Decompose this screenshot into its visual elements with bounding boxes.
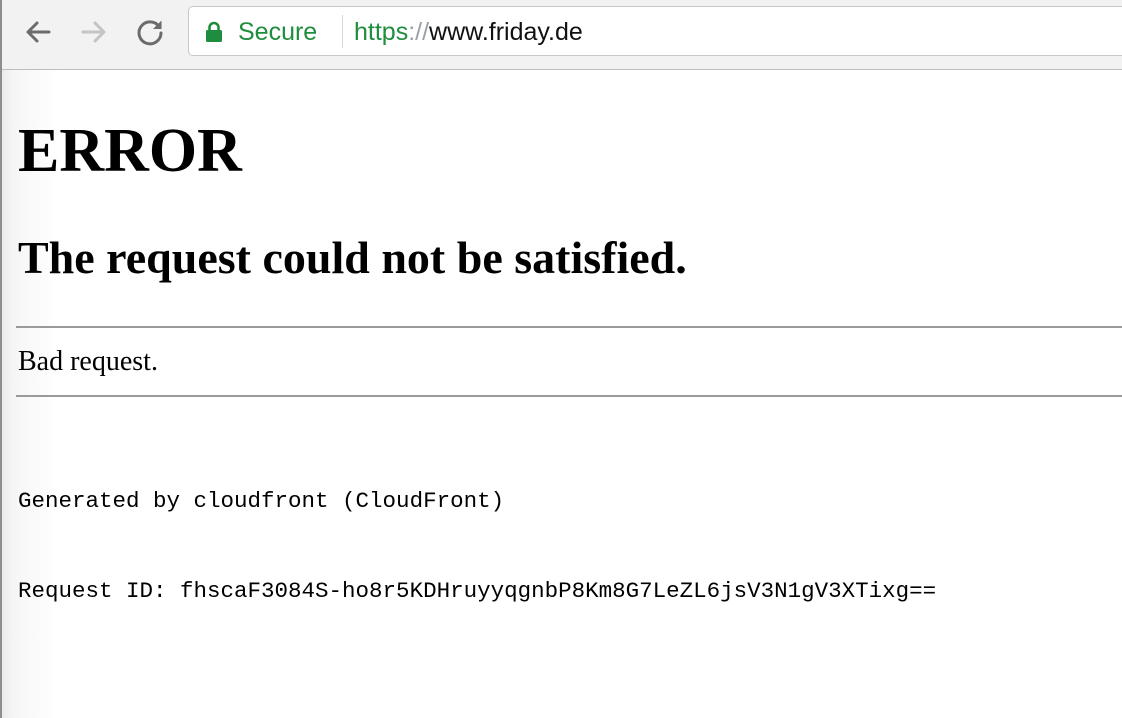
security-status-label[interactable]: Secure	[238, 17, 317, 47]
url-scheme: https	[354, 18, 409, 46]
url-host: www.friday.de	[429, 18, 583, 46]
generated-by-line: Generated by cloudfront (CloudFront)	[18, 488, 505, 514]
request-id-line: Request ID: fhscaF3084S-ho8r5KDHruyyqgnb…	[18, 578, 937, 604]
divider-bottom	[16, 395, 1122, 397]
error-subheading: The request could not be satisfied.	[18, 232, 687, 283]
reload-icon	[137, 20, 163, 46]
window-left-edge	[0, 0, 2, 718]
divider-top	[16, 326, 1122, 328]
address-bar[interactable]: Secure https://www.friday.de	[188, 6, 1122, 56]
forward-button[interactable]	[76, 14, 112, 50]
error-heading: ERROR	[18, 117, 242, 185]
url-separator: ://	[408, 18, 430, 46]
browser-toolbar: Secure https://www.friday.de	[0, 0, 1122, 70]
back-arrow-icon	[26, 21, 51, 43]
address-bar-divider	[342, 15, 343, 48]
diagnostic-info: Generated by cloudfront (CloudFront) Req…	[18, 426, 936, 666]
forward-arrow-icon	[81, 21, 106, 43]
reload-button[interactable]	[132, 14, 168, 50]
lock-icon	[206, 21, 222, 42]
url-text[interactable]: https://www.friday.de	[354, 17, 583, 47]
back-button[interactable]	[20, 14, 56, 50]
error-message: Bad request.	[18, 346, 158, 377]
